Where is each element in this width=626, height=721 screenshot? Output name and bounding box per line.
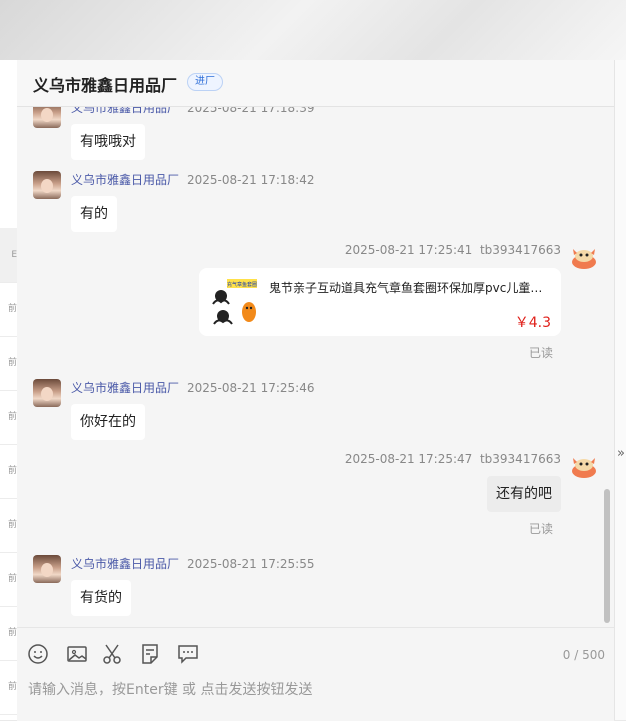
- conversation-item-label: 前: [7, 358, 17, 368]
- product-price: ￥4.3: [514, 315, 551, 331]
- conversation-item[interactable]: 前: [0, 390, 17, 445]
- message-time: 2025-08-21 17:25:47: [344, 452, 473, 466]
- message-bubble: 有哦哦对: [71, 124, 145, 160]
- seller-avatar[interactable]: [33, 379, 61, 407]
- message-bubble: 你好在的: [71, 404, 145, 440]
- conversation-item[interactable]: 前: [0, 336, 17, 391]
- seller-avatar[interactable]: [33, 171, 61, 199]
- conversation-list-edge: E 前 前 前 前 前 前 前 前: [0, 60, 17, 720]
- crab-avatar-icon: [572, 249, 596, 269]
- chat-header: 义乌市雅鑫日用品厂 进厂: [17, 60, 614, 107]
- chat-bubble-icon[interactable]: [176, 642, 200, 666]
- char-counter: 0 / 500: [562, 648, 605, 662]
- crab-avatar-icon: [572, 458, 596, 478]
- conversation-item[interactable]: 前: [0, 444, 17, 499]
- message-time: 2025-08-21 17:18:39: [187, 107, 315, 115]
- emoji-icon[interactable]: [26, 642, 50, 666]
- message-time: 2025-08-21 17:25:55: [187, 557, 315, 571]
- read-status: 已读: [529, 346, 554, 360]
- chat-panel: 义乌市雅鑫日用品厂 进厂 义乌市雅鑫日用品厂 2025-08-21 17:18:3…: [17, 60, 614, 721]
- message-time: 2025-08-21 17:25:46: [187, 381, 315, 395]
- buyer-avatar[interactable]: [570, 452, 598, 480]
- product-title: 鬼节亲子互动道具充气章鱼套圈环保加厚pvc儿童万...: [269, 281, 551, 295]
- message-meta: 2025-08-21 17:25:47 tb393417663: [345, 452, 561, 466]
- conversation-item-label: 前: [7, 520, 17, 530]
- message-time: 2025-08-21 17:25:41: [344, 243, 473, 257]
- sender-name: 义乌市雅鑫日用品厂: [71, 557, 180, 571]
- side-panel-edge: »: [614, 60, 626, 720]
- seller-avatar[interactable]: [33, 107, 61, 128]
- shop-name: 义乌市雅鑫日用品厂: [33, 78, 178, 95]
- conversation-item-label: 前: [7, 466, 17, 476]
- image-icon[interactable]: [65, 642, 89, 666]
- message-bubble: 还有的吧: [487, 476, 561, 512]
- message-input[interactable]: 请输入消息，按Enter键 或 点击发送按钮发送: [28, 679, 312, 699]
- expand-icon[interactable]: »: [617, 446, 625, 461]
- background-header: [0, 0, 626, 60]
- buyer-avatar[interactable]: [570, 243, 598, 271]
- scissors-icon[interactable]: [100, 642, 124, 666]
- conversation-item-label: 前: [7, 574, 17, 584]
- conversation-item-label: 前: [7, 628, 17, 638]
- product-thumbnail: 充气章鱼套圈: [209, 278, 259, 328]
- input-area: 0 / 500 请输入消息，按Enter键 或 点击发送按钮发送: [17, 627, 614, 721]
- conversation-item-label: 前: [7, 304, 17, 314]
- conversation-item[interactable]: 前: [0, 498, 17, 553]
- sender-name: 义乌市雅鑫日用品厂: [71, 381, 180, 395]
- message-meta: 义乌市雅鑫日用品厂 2025-08-21 17:18:42: [71, 171, 314, 188]
- message-meta: 义乌市雅鑫日用品厂 2025-08-21 17:25:46: [71, 379, 314, 396]
- enter-shop-badge[interactable]: 进厂: [187, 73, 223, 91]
- message-meta: 义乌市雅鑫日用品厂 2025-08-21 17:18:39: [71, 107, 314, 116]
- conversation-item[interactable]: E: [0, 228, 17, 283]
- message-bubble: 有的: [71, 196, 117, 232]
- seller-avatar[interactable]: [33, 555, 61, 583]
- message-meta: 2025-08-21 17:25:41 tb393417663: [345, 243, 561, 257]
- message-meta: 义乌市雅鑫日用品厂 2025-08-21 17:25:55: [71, 555, 314, 572]
- conversation-item[interactable]: 前: [0, 552, 17, 607]
- read-status: 已读: [529, 522, 554, 536]
- sender-name: 义乌市雅鑫日用品厂: [71, 107, 180, 115]
- sender-name: tb393417663: [479, 243, 561, 257]
- conversation-item-label: 前: [7, 412, 17, 422]
- conversation-item[interactable]: 前: [0, 660, 17, 715]
- conversation-item[interactable]: 前: [0, 282, 17, 337]
- conversation-item[interactable]: 前: [0, 606, 17, 661]
- message-scrollbar[interactable]: [604, 489, 610, 623]
- thumbnail-caption: 充气章鱼套圈: [227, 281, 257, 288]
- quick-reply-icon[interactable]: [138, 642, 162, 666]
- product-card[interactable]: 充气章鱼套圈 鬼节亲子互动道具充气章鱼套圈环保加厚pvc儿童万... ￥4.3: [199, 268, 561, 336]
- message-list: 义乌市雅鑫日用品厂 2025-08-21 17:18:39 有哦哦对 义乌市雅鑫日…: [17, 107, 614, 627]
- sender-name: 义乌市雅鑫日用品厂: [71, 173, 180, 187]
- message-bubble: 有货的: [71, 580, 131, 616]
- sender-name: tb393417663: [479, 452, 561, 466]
- message-time: 2025-08-21 17:18:42: [187, 173, 315, 187]
- conversation-item-label: 前: [7, 682, 17, 692]
